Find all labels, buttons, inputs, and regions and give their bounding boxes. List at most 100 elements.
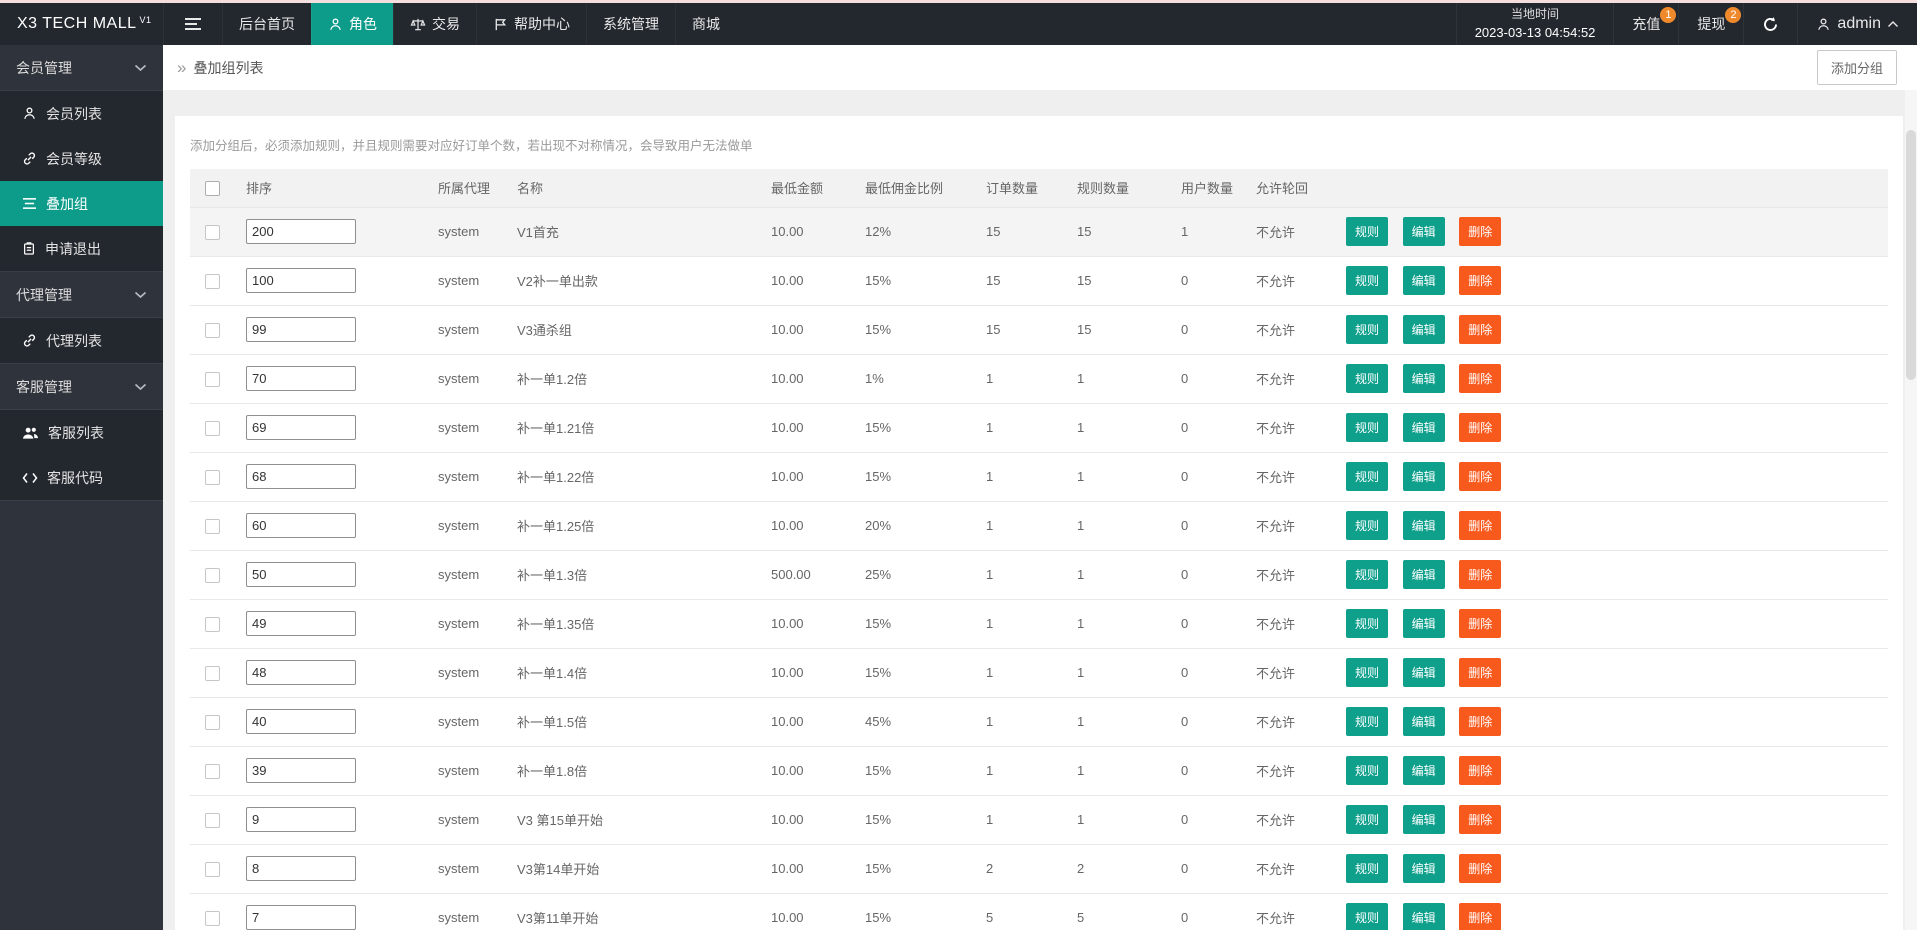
- sort-input[interactable]: [246, 513, 356, 538]
- tab-roles[interactable]: 角色: [311, 3, 393, 45]
- edit-button[interactable]: 编辑: [1402, 413, 1445, 442]
- tab-trade[interactable]: 交易: [393, 3, 476, 45]
- delete-button[interactable]: 删除: [1459, 462, 1502, 491]
- edit-button[interactable]: 编辑: [1402, 462, 1445, 491]
- sort-input[interactable]: [246, 856, 356, 881]
- row-checkbox[interactable]: [205, 273, 220, 289]
- sort-input[interactable]: [246, 611, 356, 636]
- row-checkbox[interactable]: [205, 910, 220, 926]
- sidebar-item-stack-group[interactable]: 叠加组: [0, 181, 163, 226]
- edit-button[interactable]: 编辑: [1402, 217, 1445, 246]
- edit-button[interactable]: 编辑: [1402, 560, 1445, 589]
- sidebar-item-exit-request[interactable]: 申请退出: [0, 226, 163, 271]
- row-checkbox[interactable]: [205, 714, 220, 730]
- rule-button[interactable]: 规则: [1346, 707, 1389, 736]
- delete-button[interactable]: 删除: [1459, 511, 1502, 540]
- delete-button[interactable]: 删除: [1459, 315, 1502, 344]
- row-checkbox[interactable]: [205, 518, 220, 534]
- withdraw-link[interactable]: 提现 2: [1678, 3, 1743, 45]
- edit-button[interactable]: 编辑: [1402, 854, 1445, 883]
- tab-mall[interactable]: 商城: [675, 3, 736, 45]
- sort-input[interactable]: [246, 415, 356, 440]
- sort-input[interactable]: [246, 464, 356, 489]
- sidebar-item-member-list[interactable]: 会员列表: [0, 91, 163, 136]
- delete-button[interactable]: 删除: [1459, 903, 1502, 930]
- sidebar-item-support-code[interactable]: 客服代码: [0, 455, 163, 500]
- delete-button[interactable]: 删除: [1459, 854, 1502, 883]
- recharge-link[interactable]: 充值 1: [1613, 3, 1678, 45]
- refresh-button[interactable]: [1743, 3, 1797, 45]
- delete-button[interactable]: 删除: [1459, 756, 1502, 785]
- rule-button[interactable]: 规则: [1346, 364, 1389, 393]
- tab-dashboard[interactable]: 后台首页: [222, 3, 311, 45]
- sidebar-section-members[interactable]: 会员管理: [0, 45, 163, 90]
- rule-button[interactable]: 规则: [1346, 217, 1389, 246]
- row-checkbox[interactable]: [205, 224, 220, 240]
- row-checkbox[interactable]: [205, 469, 220, 485]
- sort-input[interactable]: [246, 905, 356, 930]
- sort-input[interactable]: [246, 562, 356, 587]
- rule-button[interactable]: 规则: [1346, 462, 1389, 491]
- edit-button[interactable]: 编辑: [1402, 756, 1445, 785]
- sort-input[interactable]: [246, 807, 356, 832]
- edit-button[interactable]: 编辑: [1402, 609, 1445, 638]
- edit-button[interactable]: 编辑: [1402, 805, 1445, 834]
- delete-button[interactable]: 删除: [1459, 609, 1502, 638]
- tab-system[interactable]: 系统管理: [586, 3, 675, 45]
- sidebar-item-member-level[interactable]: 会员等级: [0, 136, 163, 181]
- delete-button[interactable]: 删除: [1459, 805, 1502, 834]
- rule-button[interactable]: 规则: [1346, 413, 1389, 442]
- edit-button[interactable]: 编辑: [1402, 266, 1445, 295]
- row-checkbox[interactable]: [205, 371, 220, 387]
- delete-button[interactable]: 删除: [1459, 364, 1502, 393]
- sidebar-item-support-list[interactable]: 客服列表: [0, 410, 163, 455]
- edit-button[interactable]: 编辑: [1402, 511, 1445, 540]
- sidebar-section-support[interactable]: 客服管理: [0, 364, 163, 409]
- sidebar-section-agents[interactable]: 代理管理: [0, 272, 163, 317]
- delete-button[interactable]: 删除: [1459, 266, 1502, 295]
- sort-input[interactable]: [246, 366, 356, 391]
- rule-button[interactable]: 规则: [1346, 560, 1389, 589]
- sort-input[interactable]: [246, 709, 356, 734]
- sort-input[interactable]: [246, 317, 356, 342]
- scrollbar-thumb[interactable]: [1906, 130, 1916, 380]
- add-group-button[interactable]: 添加分组: [1816, 50, 1897, 85]
- select-all-checkbox[interactable]: [205, 180, 220, 196]
- row-checkbox[interactable]: [205, 616, 220, 632]
- row-checkbox[interactable]: [205, 665, 220, 681]
- sidebar-item-agent-list[interactable]: 代理列表: [0, 318, 163, 363]
- admin-menu[interactable]: admin: [1797, 3, 1917, 45]
- edit-button[interactable]: 编辑: [1402, 658, 1445, 687]
- rule-button[interactable]: 规则: [1346, 609, 1389, 638]
- rule-button[interactable]: 规则: [1346, 854, 1389, 883]
- edit-button[interactable]: 编辑: [1402, 707, 1445, 736]
- sort-input[interactable]: [246, 219, 356, 244]
- rule-button[interactable]: 规则: [1346, 315, 1389, 344]
- sort-input[interactable]: [246, 758, 356, 783]
- sort-input[interactable]: [246, 660, 356, 685]
- delete-button[interactable]: 删除: [1459, 217, 1502, 246]
- rule-button[interactable]: 规则: [1346, 903, 1389, 930]
- rule-button[interactable]: 规则: [1346, 756, 1389, 785]
- delete-button[interactable]: 删除: [1459, 658, 1502, 687]
- row-checkbox[interactable]: [205, 812, 220, 828]
- row-checkbox[interactable]: [205, 322, 220, 338]
- delete-button[interactable]: 删除: [1459, 413, 1502, 442]
- row-checkbox[interactable]: [205, 861, 220, 877]
- sidebar-toggle-button[interactable]: [163, 3, 222, 45]
- edit-button[interactable]: 编辑: [1402, 315, 1445, 344]
- tab-help-center[interactable]: 帮助中心: [476, 3, 586, 45]
- rule-button[interactable]: 规则: [1346, 266, 1389, 295]
- edit-button[interactable]: 编辑: [1402, 903, 1445, 930]
- rule-button[interactable]: 规则: [1346, 658, 1389, 687]
- rule-button[interactable]: 规则: [1346, 511, 1389, 540]
- delete-button[interactable]: 删除: [1459, 560, 1502, 589]
- edit-button[interactable]: 编辑: [1402, 364, 1445, 393]
- row-checkbox[interactable]: [205, 567, 220, 583]
- rule-button[interactable]: 规则: [1346, 805, 1389, 834]
- sort-input[interactable]: [246, 268, 356, 293]
- row-checkbox[interactable]: [205, 763, 220, 779]
- vertical-scrollbar[interactable]: [1905, 90, 1917, 930]
- delete-button[interactable]: 删除: [1459, 707, 1502, 736]
- row-checkbox[interactable]: [205, 420, 220, 436]
